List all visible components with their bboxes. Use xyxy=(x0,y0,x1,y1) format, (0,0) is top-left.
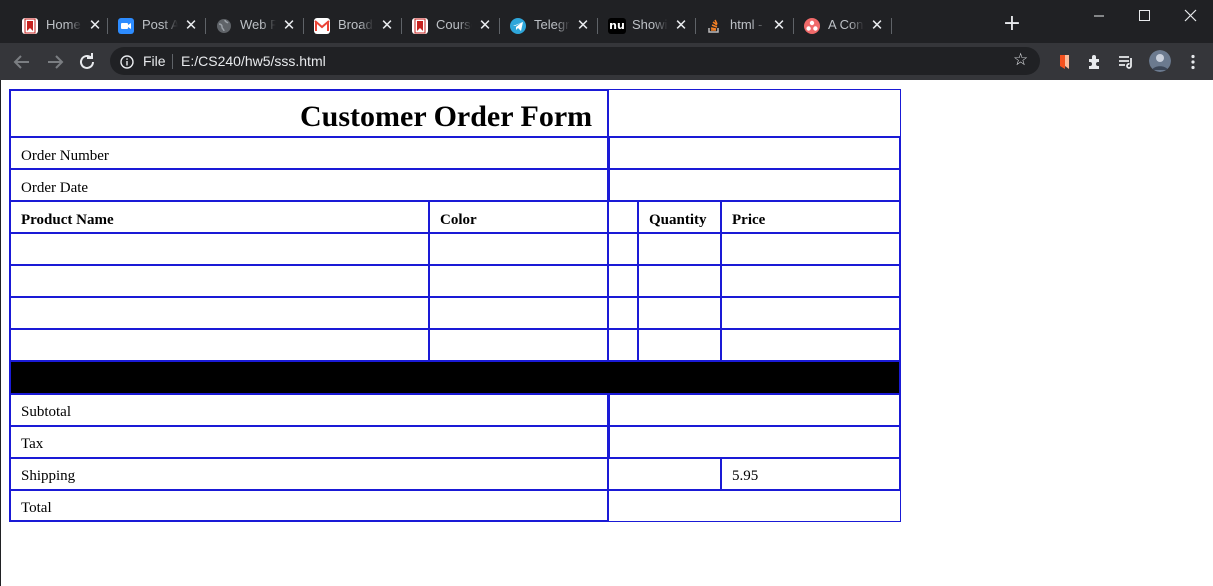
order-date-cell xyxy=(9,168,609,202)
tab-course[interactable]: Course ✕ xyxy=(400,8,498,43)
stackoverflow-icon xyxy=(706,18,722,34)
quantity-header: Quantity xyxy=(649,212,707,228)
close-icon[interactable]: ✕ xyxy=(280,16,298,34)
order-date-value[interactable] xyxy=(608,168,901,202)
tab-home[interactable]: Home ✕ xyxy=(10,8,106,43)
shipping-label: Shipping xyxy=(21,468,76,484)
total-value[interactable] xyxy=(608,489,901,522)
close-icon[interactable]: ✕ xyxy=(574,16,592,34)
tab-title: A Con xyxy=(828,17,864,32)
gmail-icon xyxy=(314,18,330,34)
close-icon[interactable]: ✕ xyxy=(476,16,494,34)
tab-showing[interactable]: nu Showi ✕ xyxy=(596,8,694,43)
tab-strip: Home ✕ Post A ✕ Web P ✕ Broad ✕ Course ✕ xyxy=(0,0,1213,43)
bookmark-icon xyxy=(412,18,428,34)
tab-html[interactable]: html - ✕ xyxy=(694,8,792,43)
avatar[interactable] xyxy=(1149,50,1171,72)
product-row[interactable] xyxy=(9,232,901,266)
window-close-button[interactable] xyxy=(1167,4,1213,28)
close-icon[interactable]: ✕ xyxy=(672,16,690,34)
back-button[interactable] xyxy=(10,50,34,74)
tax-label: Tax xyxy=(21,436,44,452)
color-header: Color xyxy=(440,212,477,228)
order-number-value[interactable] xyxy=(608,136,901,170)
price-header: Price xyxy=(732,212,766,228)
tab-title: Telegr xyxy=(534,17,570,32)
product-row[interactable] xyxy=(9,264,901,298)
minimize-button[interactable] xyxy=(1076,4,1122,28)
tab-title: html - xyxy=(730,17,763,32)
close-icon[interactable]: ✕ xyxy=(86,16,104,34)
url-text[interactable]: E:/CS240/hw5/sss.html xyxy=(181,53,326,69)
total-cell xyxy=(9,489,609,522)
menu-icon[interactable] xyxy=(1183,52,1203,72)
close-icon[interactable]: ✕ xyxy=(182,16,200,34)
shipping-cell xyxy=(9,457,609,491)
tax-value[interactable] xyxy=(608,425,901,459)
forward-button[interactable] xyxy=(43,50,67,74)
globe-icon xyxy=(216,18,232,34)
tab-title: Post A xyxy=(142,17,178,32)
info-icon[interactable] xyxy=(120,54,134,69)
close-icon[interactable]: ✕ xyxy=(378,16,396,34)
bookmark-icon xyxy=(22,18,38,34)
subtotal-label: Subtotal xyxy=(21,404,72,420)
browser-toolbar: File E:/CS240/hw5/sss.html ☆ xyxy=(0,43,1213,80)
maximize-button[interactable] xyxy=(1121,4,1167,28)
tab-title: Course xyxy=(436,17,472,32)
page-title: Customer Order Form xyxy=(300,100,593,133)
tab-telegram[interactable]: Telegr ✕ xyxy=(498,8,596,43)
tab-title: Broad xyxy=(338,17,373,32)
tab-a-con[interactable]: A Con ✕ xyxy=(792,8,890,43)
total-label: Total xyxy=(21,500,52,516)
address-divider xyxy=(172,54,173,69)
close-icon[interactable]: ✕ xyxy=(868,16,886,34)
product-row[interactable] xyxy=(9,328,901,362)
subtotal-cell xyxy=(9,393,609,427)
tab-title: Showi xyxy=(632,17,668,32)
tab-post[interactable]: Post A ✕ xyxy=(106,8,204,43)
asana-icon xyxy=(804,18,820,34)
close-icon[interactable]: ✕ xyxy=(770,16,788,34)
tab-broad[interactable]: Broad ✕ xyxy=(302,8,400,43)
media-control-icon[interactable] xyxy=(1116,52,1136,72)
extensions-icon[interactable] xyxy=(1085,52,1105,72)
subtotal-value[interactable] xyxy=(608,393,901,427)
product-name-header: Product Name xyxy=(21,212,114,228)
order-date-label: Order Date xyxy=(21,180,89,196)
nu-icon: nu xyxy=(608,18,626,34)
bookmark-extension-icon[interactable] xyxy=(1055,52,1075,72)
scheme-label: File xyxy=(143,53,166,69)
new-tab-button[interactable]: + xyxy=(1000,12,1024,36)
tab-title: Home xyxy=(46,17,81,32)
reload-button[interactable] xyxy=(75,50,99,74)
shipping-value: 5.95 xyxy=(732,468,759,484)
tab-title: Web P xyxy=(240,17,276,32)
tab-web[interactable]: Web P ✕ xyxy=(204,8,302,43)
address-bar[interactable]: File E:/CS240/hw5/sss.html ☆ xyxy=(110,47,1040,75)
telegram-icon xyxy=(510,18,526,34)
zoom-icon xyxy=(118,18,134,34)
product-row[interactable] xyxy=(9,296,901,330)
tax-cell xyxy=(9,425,609,459)
order-number-label: Order Number xyxy=(21,148,109,164)
star-icon[interactable]: ☆ xyxy=(1013,50,1028,70)
